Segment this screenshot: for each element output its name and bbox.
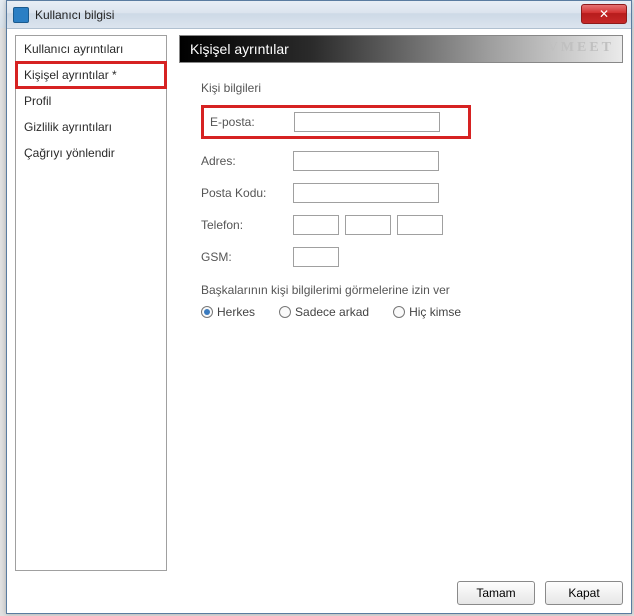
- content-header: Kişişel ayrıntılar VMEET: [179, 35, 623, 63]
- radio-icon: [279, 306, 291, 318]
- email-row-highlight: E-posta:: [201, 105, 471, 139]
- content-title: Kişişel ayrıntılar: [190, 41, 289, 57]
- phone-label: Telefon:: [201, 218, 293, 232]
- sidenav-item-profile[interactable]: Profil: [16, 88, 166, 114]
- close-button-label: Kapat: [568, 586, 599, 600]
- postal-field[interactable]: [293, 183, 439, 203]
- contact-info-heading: Kişi bilgileri: [201, 81, 623, 95]
- gsm-label: GSM:: [201, 250, 293, 264]
- close-button[interactable]: Kapat: [545, 581, 623, 605]
- email-label: E-posta:: [210, 115, 294, 129]
- radio-everyone[interactable]: Herkes: [201, 305, 255, 319]
- window-close-button[interactable]: ✕: [581, 4, 627, 24]
- sidenav-item-user-details[interactable]: Kullanıcı ayrıntıları: [16, 36, 166, 62]
- radio-label: Herkes: [217, 305, 255, 319]
- gsm-field[interactable]: [293, 247, 339, 267]
- radio-icon: [201, 306, 213, 318]
- dialog-window: Kullanıcı bilgisi ✕ Kullanıcı ayrıntılar…: [6, 0, 632, 614]
- dialog-footer: Tamam Kapat: [15, 581, 623, 605]
- phone-field-1[interactable]: [293, 215, 339, 235]
- window-title: Kullanıcı bilgisi: [35, 8, 114, 22]
- radio-icon: [393, 306, 405, 318]
- radio-nobody[interactable]: Hiç kimse: [393, 305, 461, 319]
- permissions-heading: Başkalarının kişi bilgilerimi görmelerin…: [201, 283, 623, 297]
- main-pane: Kişişel ayrıntılar VMEET Kişi bilgileri …: [179, 35, 623, 571]
- brand-label: VMEET: [548, 40, 614, 56]
- postal-label: Posta Kodu:: [201, 186, 293, 200]
- ok-button[interactable]: Tamam: [457, 581, 535, 605]
- address-label: Adres:: [201, 154, 293, 168]
- radio-label: Sadece arkad: [295, 305, 369, 319]
- side-nav: Kullanıcı ayrıntıları Kişişel ayrıntılar…: [15, 35, 167, 571]
- phone-field-2[interactable]: [345, 215, 391, 235]
- app-icon: [13, 7, 29, 23]
- radio-label: Hiç kimse: [409, 305, 461, 319]
- titlebar: Kullanıcı bilgisi ✕: [7, 1, 631, 29]
- email-field[interactable]: [294, 112, 440, 132]
- sidenav-item-privacy[interactable]: Gizlilik ayrıntıları: [16, 114, 166, 140]
- sidenav-item-forward-call[interactable]: Çağrıyı yönlendir: [16, 140, 166, 166]
- phone-field-3[interactable]: [397, 215, 443, 235]
- address-field[interactable]: [293, 151, 439, 171]
- permissions-radio-group: Herkes Sadece arkad Hiç kimse: [201, 305, 623, 319]
- radio-friends-only[interactable]: Sadece arkad: [279, 305, 369, 319]
- ok-button-label: Tamam: [476, 586, 515, 600]
- sidenav-item-personal-details[interactable]: Kişişel ayrıntılar *: [16, 62, 166, 88]
- close-icon: ✕: [599, 7, 609, 21]
